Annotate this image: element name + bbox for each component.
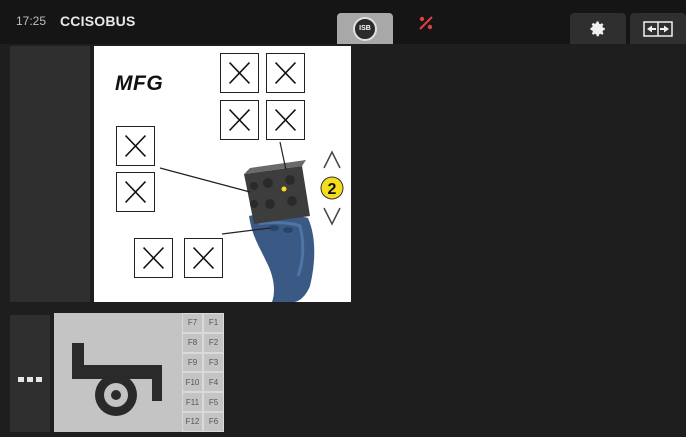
unassigned-function-box [116,172,155,212]
function-key[interactable]: F6 [203,412,224,432]
swap-screen-icon [643,20,673,37]
unassigned-function-box [184,238,223,278]
function-key[interactable]: F1 [203,313,224,333]
switch-screen-button[interactable] [630,13,686,44]
unassigned-function-box [266,100,305,140]
mfg-assignment-panel: MFG 2 [94,46,351,302]
function-key[interactable]: F3 [203,352,224,373]
settings-button[interactable] [570,13,626,44]
function-key[interactable]: F10 [182,372,203,393]
function-key[interactable]: F11 [182,392,203,412]
brand-logo: CCISOBUS [60,13,136,29]
function-key[interactable]: F12 [182,412,203,432]
isb-icon: ISB [353,16,377,41]
isb-button[interactable]: ISB [337,13,393,44]
function-key[interactable]: F5 [203,392,224,412]
link-disconnected-icon [419,16,433,30]
function-key[interactable]: F2 [203,332,224,353]
function-key[interactable]: F8 [182,332,203,353]
more-button[interactable] [10,315,50,432]
function-key[interactable]: F9 [182,352,203,373]
gear-icon [590,21,605,36]
implement-panel[interactable] [54,313,182,432]
top-bar: 17:25 CCISOBUS ISB [0,0,686,44]
clock: 17:25 [16,14,47,28]
unassigned-function-box [134,238,173,278]
more-icon [18,377,42,382]
unassigned-function-box [220,53,259,93]
function-key-grid: F7 F1 F8 F2 F9 F3 F10 F4 F11 F5 F12 F6 [182,313,224,432]
left-softkey-column [10,46,90,302]
function-key[interactable]: F7 [182,313,203,333]
function-key[interactable]: F4 [203,372,224,393]
level-indicator: 2 [328,181,337,198]
unassigned-function-box [266,53,305,93]
trailer-implement-icon [72,343,162,416]
unassigned-function-box [116,126,155,166]
unassigned-function-box [220,100,259,140]
